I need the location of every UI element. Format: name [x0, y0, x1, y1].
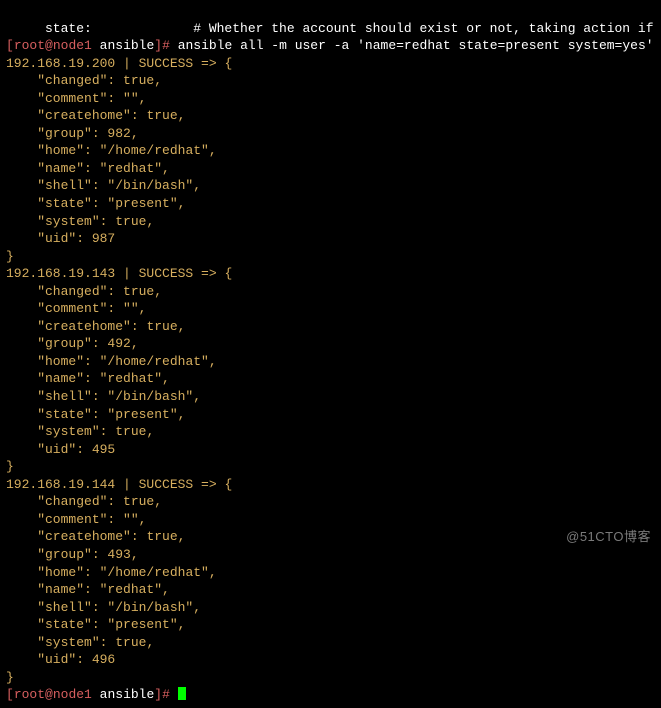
command-text: ansible all -m user -a 'name=redhat stat… — [178, 38, 654, 53]
result-line: "shell": "/bin/bash", — [6, 178, 201, 193]
shell-prompt-tail: [root@node1 ansible]# — [6, 687, 178, 702]
result-close: } — [6, 670, 14, 685]
result-line: "changed": true, — [6, 284, 162, 299]
result-line: "comment": "", — [6, 301, 146, 316]
result-line: "comment": "", — [6, 91, 146, 106]
result-line: "state": "present", — [6, 617, 185, 632]
result-line: "name": "redhat", — [6, 161, 170, 176]
result-line: "createhome": true, — [6, 319, 185, 334]
result-close: } — [6, 249, 14, 264]
shell-prompt: [root@node1 ansible]# — [6, 38, 178, 53]
result-line: "createhome": true, — [6, 108, 185, 123]
result-line: "comment": "", — [6, 512, 146, 527]
result-line: "uid": 987 — [6, 231, 115, 246]
ps1-user-host: [root@node1 — [6, 38, 92, 53]
result-line: "changed": true, — [6, 494, 162, 509]
terminal-output[interactable]: state: # Whether the account should exis… — [0, 0, 661, 708]
result-line: "group": 493, — [6, 547, 139, 562]
result-line: "name": "redhat", — [6, 371, 170, 386]
result-close: } — [6, 459, 14, 474]
ps1-cwd: ansible — [100, 38, 155, 53]
result-line: "home": "/home/redhat", — [6, 354, 217, 369]
truncated-header-line: state: # Whether the account should exis… — [6, 21, 661, 36]
result-line: "createhome": true, — [6, 529, 185, 544]
result-header-1: 192.168.19.143 | SUCCESS => { — [6, 266, 232, 281]
result-header-0: 192.168.19.200 | SUCCESS => { — [6, 56, 232, 71]
result-line: "system": true, — [6, 214, 154, 229]
result-line: "group": 982, — [6, 126, 139, 141]
result-line: "home": "/home/redhat", — [6, 143, 217, 158]
result-line: "uid": 495 — [6, 442, 115, 457]
result-line: "system": true, — [6, 424, 154, 439]
result-line: "shell": "/bin/bash", — [6, 389, 201, 404]
result-line: "changed": true, — [6, 73, 162, 88]
cursor-icon — [178, 687, 186, 700]
result-header-2: 192.168.19.144 | SUCCESS => { — [6, 477, 232, 492]
result-line: "system": true, — [6, 635, 154, 650]
result-line: "group": 492, — [6, 336, 139, 351]
result-line: "home": "/home/redhat", — [6, 565, 217, 580]
result-line: "state": "present", — [6, 407, 185, 422]
result-line: "uid": 496 — [6, 652, 115, 667]
result-line: "shell": "/bin/bash", — [6, 600, 201, 615]
watermark-text: @51CTO博客 — [566, 528, 651, 546]
result-line: "name": "redhat", — [6, 582, 170, 597]
result-line: "state": "present", — [6, 196, 185, 211]
